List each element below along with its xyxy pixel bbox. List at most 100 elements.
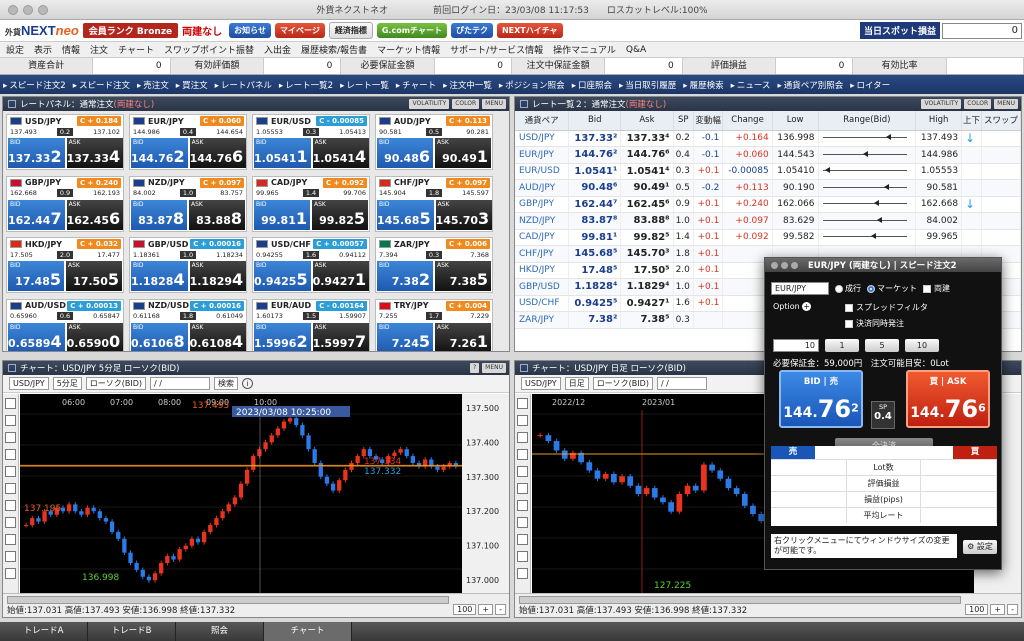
rate-list-header[interactable]: レート一覧２：通常注文 (両建なし) VOLATILITY COLOR MENU [515,97,1021,111]
toolbar-button[interactable]: ▸ ロイター [850,79,890,91]
pitatech-button[interactable]: ぴたテク [450,23,493,38]
menu-item[interactable]: スワップポイント振替 [164,43,254,56]
column-header[interactable]: Range(Bid) [818,111,917,131]
timeframe-select[interactable]: 5分足 [52,377,82,390]
column-header[interactable]: 通貨ペア [515,111,570,131]
toolbar-button[interactable]: ▸ 履歴検索 [683,79,723,91]
bottom-tab[interactable]: トレードA [0,622,88,641]
tile-bid-button[interactable]: BID 17.485 [8,261,64,291]
column-header[interactable]: 上下 [961,111,983,131]
tile-bid-button[interactable]: BID 0.61068 [131,322,188,351]
tile-ask-button[interactable]: ASK 0.94271 [312,261,370,291]
tile-bid-button[interactable]: BID 90.486 [377,138,433,168]
pair-select[interactable]: EUR/JPY [771,282,829,295]
layout-icon[interactable] [5,517,16,528]
tile-bid-button[interactable]: BID 7.245 [377,322,433,351]
tile-bid-button[interactable]: BID 0.65894 [8,322,65,351]
zoom-select[interactable]: 100 [965,604,989,615]
tile-ask-button[interactable]: ASK 7.385 [435,261,491,291]
next-highchart-button[interactable]: NEXTハイチャ [496,23,563,38]
chart2-scrollbar[interactable] [519,596,961,604]
qty-1-button[interactable]: 1 [825,339,859,352]
eye-icon[interactable] [5,534,16,545]
tile-ask-button[interactable]: ASK 17.505 [66,261,122,291]
zoom-in-icon[interactable] [5,449,16,460]
chart-type-icon[interactable] [517,483,528,494]
qty-5-button[interactable]: 5 [865,339,899,352]
tile-ask-button[interactable]: ASK 90.491 [435,138,491,168]
settings-button[interactable]: ⚙ 設定 [963,540,997,554]
tile-bid-button[interactable]: BID 7.382 [377,261,433,291]
tile-bid-button[interactable]: BID 145.685 [377,199,434,230]
tile-ask-button[interactable]: ASK 137.334 [66,138,124,168]
line-tool-icon[interactable] [5,415,16,426]
info-icon[interactable]: i [242,378,254,389]
rate-tile[interactable]: GBP/JPY C + 0.240 162.668 0.9 162.193 BID 162.… [6,175,124,232]
spread-filter-checkbox[interactable]: スプレッドフィルタ [845,302,928,313]
table-row[interactable]: USD/JPY 137.33² 137.33⁴ 0.2 -0.1 +0.164 136.99… [515,130,1021,147]
help-button[interactable]: ? [469,363,480,373]
zoom-out-icon[interactable] [517,466,528,477]
chart-type-select[interactable]: ローソク(BID) [85,377,147,390]
column-header[interactable]: Ask [620,111,674,131]
color-button[interactable]: COLOR [964,99,992,109]
tile-ask-button[interactable]: ASK 99.825 [312,199,368,230]
menu-item[interactable]: 操作マニュアル [553,43,616,56]
rate-tile[interactable]: NZD/JPY C + 0.097 84.002 1.0 83.757 BID 83.878… [129,175,247,232]
mypage-button[interactable]: マイページ [275,23,325,38]
column-header[interactable]: SP [673,111,694,131]
grid-icon[interactable] [517,500,528,511]
menu-item[interactable]: 履歴検索/報告書 [301,43,367,56]
tile-ask-button[interactable]: ASK 0.65900 [66,322,124,351]
toolbar-button[interactable]: ▸ ニュース [731,79,771,91]
toolbar-button[interactable]: ▸ レート一覧2 [279,79,333,91]
toolbar-button[interactable]: ▸ レート一覧 [340,79,389,91]
quantity-input[interactable]: 10 [773,339,819,352]
indicator-tool-icon[interactable] [5,432,16,443]
camera-icon[interactable] [517,551,528,562]
volatility-button[interactable]: VOLATILITY [921,99,962,109]
rate-tile[interactable]: HKD/JPY C + 0.032 17.505 2.0 17.477 BID 17.485… [6,237,124,293]
tile-ask-button[interactable]: ASK 162.456 [66,199,124,230]
tile-bid-button[interactable]: BID 1.59962 [254,322,311,351]
table-row[interactable]: NZD/JPY 83.87⁸ 83.88⁸ 1.0 +0.1 +0.097 83.629 84… [515,212,1021,230]
menu-item[interactable]: 注文 [90,43,108,56]
column-header[interactable]: High [915,111,963,131]
column-header[interactable]: Low [772,111,819,131]
tile-ask-button[interactable]: ASK 145.703 [435,199,493,230]
bottom-tab[interactable]: 照会 [176,622,264,641]
hedge-checkbox[interactable]: 両建 [923,283,950,294]
table-row[interactable]: AUD/JPY 90.48⁶ 90.49¹ 0.5 -0.2 +0.113 90.190 90… [515,179,1021,197]
rate-panel-header[interactable]: レートパネル：通常注文 (両建なし) VOLATILITY COLOR MENU [3,97,509,111]
menu-item[interactable]: サポート/サービス情報 [450,43,543,56]
toolbar-button[interactable]: ▸ 買注文 [176,79,208,91]
chart1-scrollbar[interactable] [7,596,449,604]
zoom-minus-button[interactable]: - [1007,604,1018,615]
table-row[interactable]: EUR/JPY 144.76² 144.76⁶ 0.4 -0.1 +0.060 144.54… [515,146,1021,164]
column-header[interactable]: スワップ [981,111,1021,131]
rate-tile[interactable]: USD/CHF C + 0.00057 0.94255 1.6 0.94112 BID 0.… [252,237,370,293]
toolbar-button[interactable]: ▸ スピード注文2 [3,79,66,91]
tile-ask-button[interactable]: ASK 1.05414 [312,138,370,168]
pair-select[interactable]: USD/JPY [9,377,49,390]
rate-tile[interactable]: GBP/USD C + 0.00016 1.18361 1.0 1.18234 BID 1.… [129,237,247,293]
rate-tile[interactable]: EUR/JPY C + 0.060 144.986 0.4 144.654 BID 144.… [129,114,247,170]
menu-item[interactable]: Q&A [626,45,646,55]
menu-button[interactable]: MENU [482,99,506,109]
tile-ask-button[interactable]: ASK 144.766 [189,138,247,168]
tile-bid-button[interactable]: BID 1.05411 [254,138,311,168]
search-button[interactable]: 検索 [214,377,239,390]
maximize-dot[interactable] [791,261,798,269]
table-row[interactable]: CAD/JPY 99.81¹ 99.82⁵ 1.4 +0.1 +0.092 99.582 99… [515,229,1021,246]
tile-ask-button[interactable]: ASK 1.18294 [189,261,247,291]
settle-order-checkbox[interactable]: 決済同時発注 [845,318,904,329]
toolbar-button[interactable]: ▸ 売注文 [137,79,169,91]
indicator-tool-icon[interactable] [517,432,528,443]
camera-icon[interactable] [5,551,16,562]
tile-bid-button[interactable]: BID 83.878 [131,199,187,230]
rate-tile[interactable]: AUD/JPY C + 0.113 90.581 0.5 90.281 BID 90.486… [375,114,493,170]
rate-tile[interactable]: TRY/JPY C + 0.004 7.255 1.7 7.229 BID 7.245 ASK… [375,298,493,351]
bottom-tab[interactable]: チャート [264,622,352,641]
zoom-select[interactable]: 100 [453,604,477,615]
tile-bid-button[interactable]: BID 137.332 [8,138,65,168]
